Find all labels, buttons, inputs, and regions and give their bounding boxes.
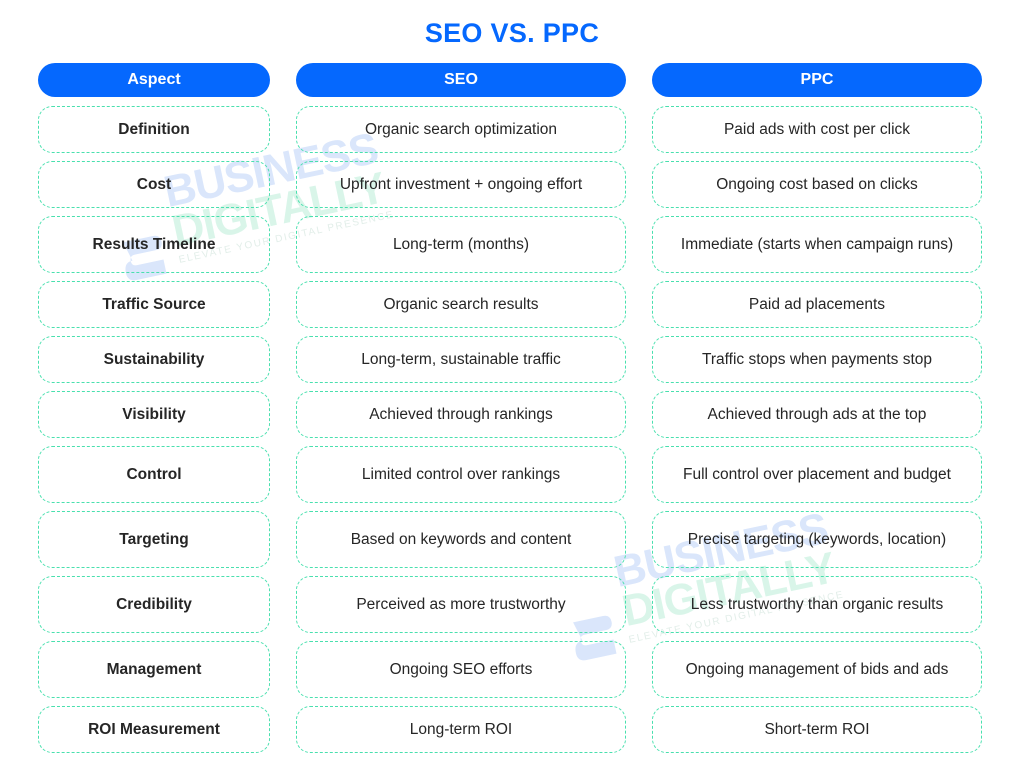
- table-row: Sustainability Long-term, sustainable tra…: [38, 335, 986, 383]
- cell-seo-wrap: Ongoing SEO efforts: [296, 640, 626, 698]
- cell-seo-wrap: Achieved through rankings: [296, 390, 626, 438]
- cell-aspect-wrap: Traffic Source: [38, 280, 270, 328]
- cell-ppc-wrap: Ongoing management of bids and ads: [652, 640, 982, 698]
- cell-ppc: Ongoing cost based on clicks: [652, 160, 982, 208]
- cell-seo: Perceived as more trustworthy: [296, 575, 626, 633]
- cell-seo: Upfront investment + ongoing effort: [296, 160, 626, 208]
- cell-ppc-wrap: Immediate (starts when campaign runs): [652, 215, 982, 273]
- cell-ppc: Less trustworthy than organic results: [652, 575, 982, 633]
- cell-aspect: Results Timeline: [38, 215, 270, 273]
- header-cell-seo-wrap: SEO: [296, 62, 626, 97]
- cell-ppc: Achieved through ads at the top: [652, 390, 982, 438]
- cell-aspect: Cost: [38, 160, 270, 208]
- cell-seo: Ongoing SEO efforts: [296, 640, 626, 698]
- cell-seo: Long-term (months): [296, 215, 626, 273]
- table-row: Cost Upfront investment + ongoing effort O…: [38, 160, 986, 208]
- cell-ppc: Short-term ROI: [652, 705, 982, 753]
- cell-aspect-wrap: Visibility: [38, 390, 270, 438]
- cell-aspect-wrap: Sustainability: [38, 335, 270, 383]
- cell-seo-wrap: Perceived as more trustworthy: [296, 575, 626, 633]
- header-cell-aspect: Aspect: [38, 62, 270, 97]
- header-cell-aspect-wrap: Aspect: [38, 62, 270, 97]
- cell-seo-wrap: Based on keywords and content: [296, 510, 626, 568]
- page-title: SEO VS. PPC: [424, 18, 600, 48]
- cell-seo-wrap: Long-term (months): [296, 215, 626, 273]
- table-row: Traffic Source Organic search results Paid…: [38, 280, 986, 328]
- cell-ppc-wrap: Paid ad placements: [652, 280, 982, 328]
- cell-ppc: Traffic stops when payments stop: [652, 335, 982, 383]
- cell-aspect: Targeting: [38, 510, 270, 568]
- cell-ppc: Immediate (starts when campaign runs): [652, 215, 982, 273]
- cell-aspect-wrap: Credibility: [38, 575, 270, 633]
- cell-seo-wrap: Long-term, sustainable traffic: [296, 335, 626, 383]
- cell-aspect: Credibility: [38, 575, 270, 633]
- cell-ppc-wrap: Traffic stops when payments stop: [652, 335, 982, 383]
- header-cell-ppc-wrap: PPC: [652, 62, 982, 97]
- cell-aspect-wrap: Results Timeline: [38, 215, 270, 273]
- cell-ppc: Precise targeting (keywords, location): [652, 510, 982, 568]
- cell-seo: Based on keywords and content: [296, 510, 626, 568]
- cell-aspect-wrap: Definition: [38, 105, 270, 153]
- table-header-row: Aspect SEO PPC: [38, 62, 986, 97]
- cell-ppc-wrap: Full control over placement and budget: [652, 445, 982, 503]
- header-cell-ppc: PPC: [652, 62, 982, 97]
- cell-aspect-wrap: Cost: [38, 160, 270, 208]
- cell-aspect: Management: [38, 640, 270, 698]
- table-row: Management Ongoing SEO efforts Ongoing man…: [38, 640, 986, 698]
- cell-ppc: Paid ads with cost per click: [652, 105, 982, 153]
- cell-seo-wrap: Organic search optimization: [296, 105, 626, 153]
- comparison-page: SEO VS. PPC Aspect SEO PPC Definition Org…: [0, 0, 1024, 768]
- table-body: Definition Organic search optimization Pai…: [38, 105, 986, 753]
- table-row: Control Limited control over rankings Full…: [38, 445, 986, 503]
- cell-seo-wrap: Organic search results: [296, 280, 626, 328]
- comparison-table: Aspect SEO PPC Definition Organic search …: [38, 62, 986, 753]
- table-row: Credibility Perceived as more trustworthy…: [38, 575, 986, 633]
- cell-aspect-wrap: Management: [38, 640, 270, 698]
- cell-aspect: Control: [38, 445, 270, 503]
- cell-seo: Organic search results: [296, 280, 626, 328]
- cell-seo: Organic search optimization: [296, 105, 626, 153]
- cell-ppc-wrap: Ongoing cost based on clicks: [652, 160, 982, 208]
- cell-ppc-wrap: Less trustworthy than organic results: [652, 575, 982, 633]
- cell-aspect: Sustainability: [38, 335, 270, 383]
- table-row: Definition Organic search optimization Pai…: [38, 105, 986, 153]
- cell-ppc-wrap: Achieved through ads at the top: [652, 390, 982, 438]
- cell-ppc-wrap: Paid ads with cost per click: [652, 105, 982, 153]
- cell-aspect: Traffic Source: [38, 280, 270, 328]
- header-cell-seo: SEO: [296, 62, 626, 97]
- cell-aspect: Definition: [38, 105, 270, 153]
- table-row: ROI Measurement Long-term ROI Short-term R…: [38, 705, 986, 753]
- cell-seo: Achieved through rankings: [296, 390, 626, 438]
- cell-aspect: ROI Measurement: [38, 705, 270, 753]
- cell-ppc-wrap: Precise targeting (keywords, location): [652, 510, 982, 568]
- cell-seo: Limited control over rankings: [296, 445, 626, 503]
- cell-ppc: Ongoing management of bids and ads: [652, 640, 982, 698]
- table-row: Targeting Based on keywords and content Pr…: [38, 510, 986, 568]
- table-row: Results Timeline Long-term (months) Immedi…: [38, 215, 986, 273]
- cell-aspect-wrap: ROI Measurement: [38, 705, 270, 753]
- cell-aspect-wrap: Targeting: [38, 510, 270, 568]
- cell-ppc-wrap: Short-term ROI: [652, 705, 982, 753]
- cell-ppc: Paid ad placements: [652, 280, 982, 328]
- cell-seo: Long-term ROI: [296, 705, 626, 753]
- cell-seo-wrap: Upfront investment + ongoing effort: [296, 160, 626, 208]
- cell-ppc: Full control over placement and budget: [652, 445, 982, 503]
- cell-seo-wrap: Limited control over rankings: [296, 445, 626, 503]
- cell-seo-wrap: Long-term ROI: [296, 705, 626, 753]
- table-row: Visibility Achieved through rankings Achie…: [38, 390, 986, 438]
- cell-seo: Long-term, sustainable traffic: [296, 335, 626, 383]
- cell-aspect-wrap: Control: [38, 445, 270, 503]
- cell-aspect: Visibility: [38, 390, 270, 438]
